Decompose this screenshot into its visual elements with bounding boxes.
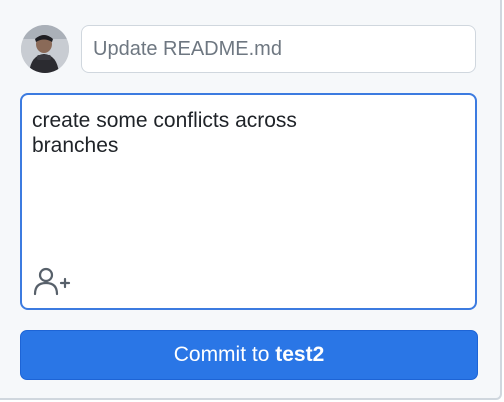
commit-panel: create some conflicts across branches Co… — [0, 0, 502, 400]
add-person-icon — [33, 267, 71, 296]
commit-button-prefix: Commit to — [173, 343, 276, 366]
commit-button[interactable]: Commit to test2 — [20, 330, 478, 380]
avatar — [21, 25, 69, 73]
user-avatar-image — [21, 25, 69, 73]
commit-branch-name: test2 — [275, 343, 325, 366]
commit-description-field[interactable]: create some conflicts across branches — [20, 93, 477, 310]
add-coauthor-button[interactable] — [33, 266, 73, 296]
commit-description-text[interactable]: create some conflicts across branches — [32, 108, 452, 158]
commit-summary-input[interactable] — [81, 25, 476, 73]
